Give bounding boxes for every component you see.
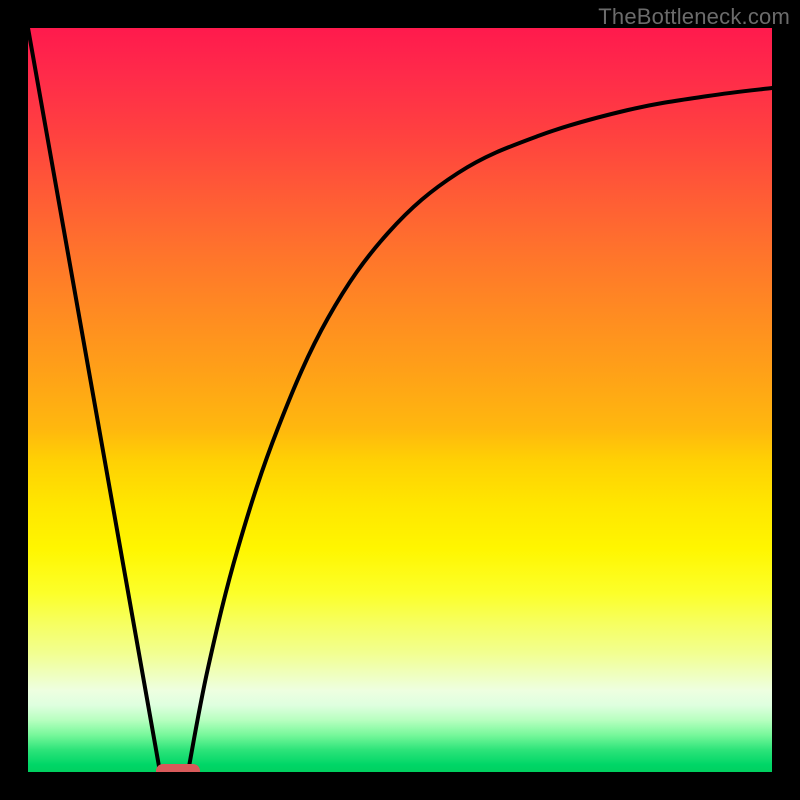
right-branch-curve [188,88,772,772]
curve-layer [28,28,772,772]
watermark-text: TheBottleneck.com [598,4,790,30]
chart-frame: TheBottleneck.com [0,0,800,800]
left-branch-line [28,28,160,772]
plot-area [28,28,772,772]
bottleneck-marker [156,764,200,772]
